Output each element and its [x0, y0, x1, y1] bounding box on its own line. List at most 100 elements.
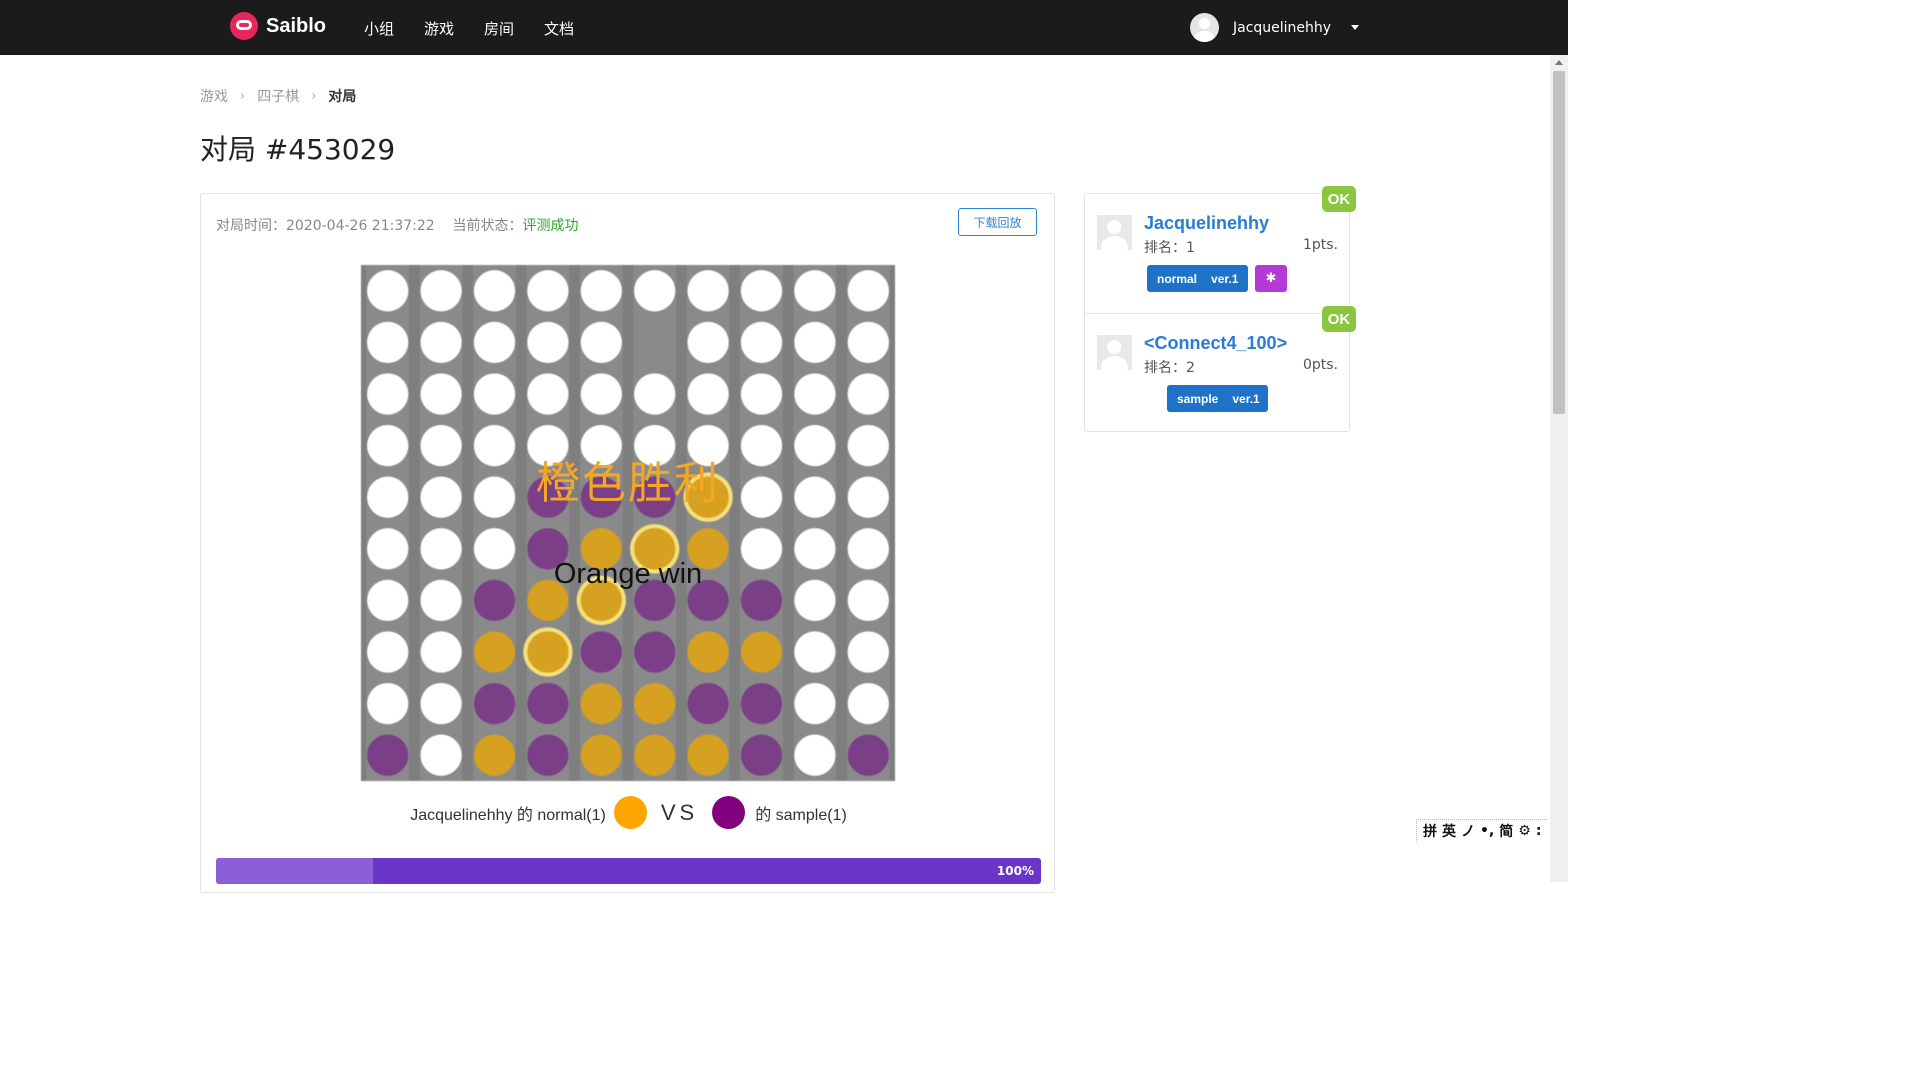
progress-percent: 100% [996, 864, 1034, 878]
ime-settings-icon[interactable]: ⚙ [1518, 823, 1531, 839]
empty-cell [740, 321, 783, 364]
purple-piece [740, 734, 783, 776]
result-overlay-en: Orange win [553, 558, 703, 590]
brand-name: Saiblo [266, 14, 327, 37]
empty-cell [794, 373, 836, 415]
empty-cell [420, 270, 462, 312]
empty-cell [473, 321, 516, 364]
scroll-up-icon[interactable] [1555, 60, 1563, 65]
empty-cell [794, 321, 836, 364]
brand[interactable]: Saiblo [230, 12, 326, 40]
empty-cell [580, 270, 622, 312]
purple-piece [580, 631, 622, 673]
ime-toolbar: 拼 英 ノ •, 简 ⚙ : [1416, 819, 1548, 842]
nav-link-docs[interactable]: 文档 [544, 18, 574, 39]
download-replay-button[interactable]: 下载回放 [958, 208, 1037, 236]
purple-piece [527, 682, 569, 725]
chevron-right-icon: › [311, 88, 317, 104]
empty-cell [473, 270, 516, 312]
orange-piece [580, 682, 622, 725]
breadcrumb-games[interactable]: 游戏 [200, 86, 228, 106]
empty-cell [794, 734, 836, 776]
ime-simplified[interactable]: 简 [1499, 821, 1513, 841]
scroll-thumb[interactable] [1553, 71, 1565, 414]
match-time-label: 对局时间： [216, 218, 286, 234]
empty-cell [420, 631, 462, 673]
ai-name: sample [1177, 391, 1219, 406]
purple-piece [473, 682, 516, 725]
empty-cell [367, 682, 409, 725]
purple-piece [740, 682, 783, 725]
orange-disc-icon [613, 796, 647, 829]
match-time: 2020-04-26 21:37:22 [286, 218, 435, 234]
ai-version: ver.1 [1211, 271, 1239, 286]
page-scrollbar[interactable] [1550, 55, 1568, 882]
game-board[interactable] [361, 265, 895, 781]
ai-version-tag[interactable]: normal ver.1 [1147, 265, 1248, 292]
empty-cell [847, 631, 889, 673]
replay-progress-bar[interactable]: 100% [216, 858, 1041, 884]
empty-cell [527, 270, 569, 312]
user-avatar [1190, 13, 1219, 42]
empty-cell [687, 270, 729, 312]
board-canvas [366, 265, 890, 781]
match-status-label: 当前状态： [452, 218, 523, 234]
ime-moon[interactable]: ノ [1461, 821, 1475, 841]
empty-cell [740, 373, 783, 415]
ai-name: normal [1157, 271, 1198, 286]
empty-cell [367, 270, 409, 312]
caret-down-icon [1351, 25, 1360, 30]
orange-piece [687, 734, 729, 776]
status-badge: OK [1322, 306, 1356, 332]
purple-piece [687, 682, 729, 725]
nav-link-games[interactable]: 游戏 [424, 18, 454, 39]
ime-punct[interactable]: •, [1480, 823, 1494, 839]
orange-piece [634, 734, 676, 776]
purple-piece [367, 734, 409, 776]
empty-cell [687, 321, 729, 364]
result-overlay-cn: 橙色胜利 [536, 458, 720, 509]
purple-piece [634, 631, 676, 673]
player-name[interactable]: Jacquelinehhy [1144, 213, 1269, 234]
left-player-label: Jacquelinehhy 的 normal(1) [410, 806, 606, 824]
orange-piece [473, 631, 516, 673]
purple-piece [847, 734, 889, 776]
empty-cell [794, 631, 836, 673]
breadcrumb-match: 对局 [328, 89, 357, 105]
empty-cell [527, 321, 569, 364]
player-rank: 排名：2 [1144, 360, 1195, 376]
player-avatar [1097, 335, 1132, 370]
player-name[interactable]: <Connect4_100> [1144, 333, 1287, 354]
players-panel: Jacquelinehhy 排名：1 1pts. OK normal ver.1… [1084, 186, 1356, 432]
nav-link-rooms[interactable]: 房间 [484, 18, 514, 39]
bug-icon[interactable]: ✱ [1255, 265, 1287, 292]
orange-piece [473, 734, 516, 776]
orange-piece [687, 631, 729, 673]
orange-piece [740, 631, 783, 673]
match-meta: 对局时间：2020-04-26 21:37:22 当前状态：评测成功 [216, 215, 579, 235]
empty-cell [420, 734, 462, 776]
top-navbar: Saiblo 小组 游戏 房间 文档 Jacquelinehhy [0, 0, 1568, 55]
empty-cell [473, 373, 516, 415]
ai-version: ver.1 [1232, 391, 1260, 406]
breadcrumb-connect4[interactable]: 四子棋 [257, 86, 299, 106]
nav-links: 小组 游戏 房间 文档 [364, 18, 574, 39]
ime-pinyin[interactable]: 拼 [1423, 821, 1437, 841]
versus-row: Jacquelinehhy 的 normal(1) VS 的 sample(1) [201, 796, 1056, 829]
chevron-right-icon: › [240, 88, 246, 104]
empty-cell [687, 373, 729, 415]
vs-label: VS [660, 799, 699, 825]
ime-more[interactable]: : [1536, 823, 1542, 839]
nav-link-groups[interactable]: 小组 [364, 18, 394, 39]
player-card: Jacquelinehhy 排名：1 1pts. OK normal ver.1… [1085, 186, 1356, 313]
purple-disc-icon [712, 796, 746, 829]
ime-english[interactable]: 英 [1442, 821, 1456, 841]
user-name: Jacquelinehhy [1233, 19, 1332, 36]
ai-version-tag[interactable]: sample ver.1 [1167, 385, 1268, 412]
empty-cell [420, 373, 462, 415]
saiblo-logo-icon [230, 12, 258, 40]
progress-loaded-segment [216, 858, 373, 884]
user-menu[interactable]: Jacquelinehhy [1190, 13, 1360, 42]
purple-piece [527, 734, 569, 776]
status-badge: OK [1322, 186, 1356, 212]
